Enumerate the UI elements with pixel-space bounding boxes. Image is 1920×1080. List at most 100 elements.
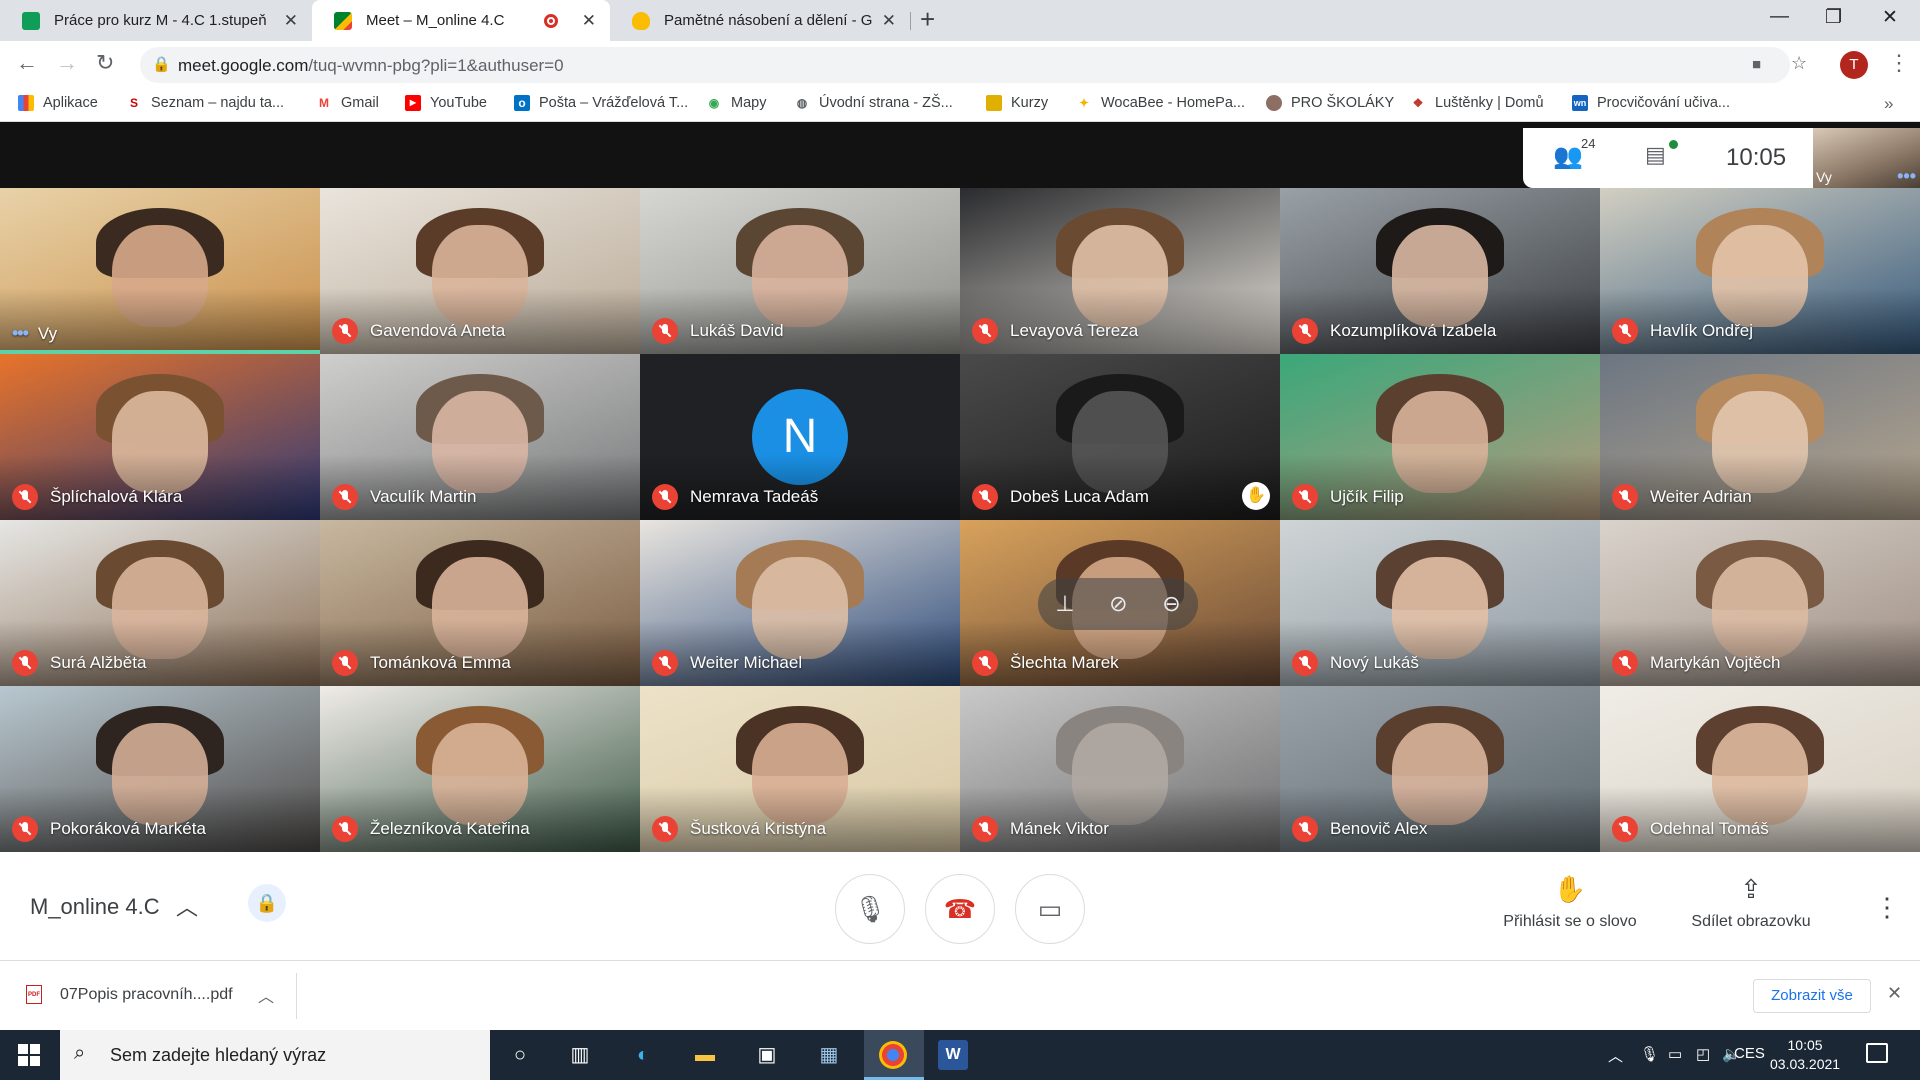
mute-icon[interactable]: ⊘ [1109, 591, 1127, 617]
download-item[interactable]: PDF 07Popis pracovníh....pdf [26, 985, 233, 1004]
participant-tile[interactable]: Ujčík Filip [1280, 354, 1600, 520]
notifications-icon[interactable] [1866, 1043, 1888, 1063]
more-bookmarks-icon[interactable]: » [1884, 94, 1893, 114]
bookmark-procvicovani[interactable]: wn Procvičování učiva... [1572, 95, 1730, 111]
calculator-icon[interactable]: ▦ [814, 1040, 844, 1070]
bookmark-uvodni-strana[interactable]: ◍ Úvodní strana - ZŠ... [794, 95, 953, 111]
taskbar-search[interactable]: ⌕ Sem zadejte hledaný výraz [60, 1030, 490, 1080]
self-options-icon[interactable]: ••• [1897, 166, 1916, 187]
new-tab-button[interactable]: + [920, 4, 935, 35]
address-bar[interactable]: 🔒 meet.google.com/tuq-wvmn-pbg?pli=1&aut… [140, 47, 1790, 83]
participant-tile[interactable]: Dobeš Luca Adam ✋ [960, 354, 1280, 520]
participant-tile[interactable]: Benovič Alex [1280, 686, 1600, 852]
hand-icon [632, 11, 650, 30]
chevron-up-icon[interactable]: ︿ [176, 890, 198, 922]
chat-icon[interactable]: ▤ [1645, 142, 1666, 168]
downloads-bar: PDF 07Popis pracovníh....pdf ︿ Zobrazit … [0, 960, 1920, 1030]
profile-avatar[interactable]: T [1840, 51, 1868, 79]
cortana-icon[interactable]: ○ [505, 1040, 535, 1070]
self-view-thumbnail[interactable]: Vy ••• [1813, 128, 1920, 188]
participant-tile[interactable]: N Nemrava Tadeáš [640, 354, 960, 520]
participant-tile[interactable]: Šplíchalová Klára [0, 354, 320, 520]
pin-icon[interactable]: ⊥ [1055, 591, 1074, 617]
language-indicator[interactable]: CES [1734, 1045, 1765, 1062]
chrome-icon[interactable] [879, 1041, 907, 1069]
bookmark-star-icon[interactable]: ☆ [1791, 53, 1807, 74]
camera-in-use-icon[interactable]: ■ [1752, 56, 1761, 73]
chevron-up-icon[interactable]: ︿ [258, 983, 274, 1007]
microphone-tray-icon[interactable]: 🎙 [1640, 1045, 1659, 1063]
tab-classroom[interactable]: Práce pro kurz M - 4.C 1.stupeň ✕ [0, 0, 312, 41]
raise-hand-button[interactable]: ✋ Přihlásit se o slovo [1496, 874, 1644, 931]
close-icon[interactable]: ✕ [284, 11, 298, 31]
close-icon[interactable]: ✕ [882, 11, 896, 31]
maximize-button[interactable]: ❐ [1825, 6, 1842, 29]
participant-tile[interactable]: Odehnal Tomáš [1600, 686, 1920, 852]
participant-tile[interactable]: Železníková Kateřina [320, 686, 640, 852]
edge-icon[interactable]: ◐ [628, 1040, 658, 1070]
bookmark-wocabee[interactable]: ✦ WocaBee - HomePa... [1076, 95, 1245, 111]
file-explorer-icon[interactable]: ▬ [690, 1040, 720, 1070]
participant-tile[interactable]: Surá Alžběta [0, 520, 320, 686]
participant-tile[interactable]: Šustková Kristýna [640, 686, 960, 852]
store-icon[interactable]: ▣ [752, 1040, 782, 1070]
bookmark-kurzy[interactable]: Kurzy [986, 95, 1048, 111]
battery-icon[interactable]: ▭ [1668, 1045, 1682, 1063]
participant-tile[interactable]: Šlechta Marek ⊥ ⊘ ⊖ [960, 520, 1280, 686]
network-icon[interactable]: ◰ [1696, 1045, 1710, 1063]
window-close-button[interactable]: ✕ [1882, 6, 1898, 29]
camera-button[interactable]: ▭ [1015, 874, 1085, 944]
wocabee-icon: ✦ [1078, 96, 1090, 110]
taskbar-clock[interactable]: 10:05 03.03.2021 [1770, 1036, 1840, 1074]
participant-tile[interactable]: Martykán Vojtěch [1600, 520, 1920, 686]
tab-meet[interactable]: Meet – M_online 4.C ✕ [312, 0, 610, 41]
bookmark-mapy[interactable]: ◉ Mapy [706, 95, 767, 111]
bookmark-seznam[interactable]: S Seznam – najdu ta... [126, 95, 284, 111]
participant-tile[interactable]: Weiter Michael [640, 520, 960, 686]
participant-tile[interactable]: Havlík Ondřej [1600, 188, 1920, 354]
participants-icon[interactable]: 👥 [1553, 142, 1583, 171]
participant-tile[interactable]: Weiter Adrian [1600, 354, 1920, 520]
participant-name: Odehnal Tomáš [1650, 819, 1769, 838]
call-controls: M_online 4.C ︿ 🔒 🎙 ☎ ▭ ✋ Přihlásit se o … [0, 852, 1920, 960]
bookmark-label: Úvodní strana - ZŠ... [819, 95, 953, 111]
lock-icon[interactable]: 🔒 [152, 55, 171, 73]
bookmark-aplikace[interactable]: Aplikace [18, 95, 98, 111]
participant-tile[interactable]: Mánek Viktor [960, 686, 1280, 852]
browser-menu-icon[interactable]: ⋮ [1888, 50, 1910, 76]
leave-call-button[interactable]: ☎ [925, 874, 995, 944]
reload-button[interactable]: ↻ [96, 50, 114, 76]
bookmark-youtube[interactable]: ▶ YouTube [405, 95, 487, 111]
bookmark-pro-skolaky[interactable]: PRO ŠKOLÁKY [1266, 95, 1394, 111]
remove-icon[interactable]: ⊖ [1162, 591, 1180, 617]
show-hidden-icons[interactable]: ︿ [1608, 1045, 1623, 1066]
more-options-icon[interactable]: ⋮ [1874, 892, 1900, 923]
bookmark-lustenky[interactable]: ❖ Luštěnky | Domů [1410, 95, 1544, 111]
participant-tile[interactable]: Levayová Tereza [960, 188, 1280, 354]
show-all-downloads-button[interactable]: Zobrazit vše [1753, 979, 1871, 1013]
seznam-icon: S [129, 96, 138, 110]
forward-button[interactable]: → [56, 50, 78, 76]
meeting-name[interactable]: M_online 4.C [30, 894, 160, 920]
host-controls-icon[interactable]: 🔒 [248, 884, 286, 922]
close-icon[interactable]: ✕ [1887, 983, 1902, 1004]
close-icon[interactable]: ✕ [582, 11, 596, 31]
participant-tile[interactable]: Lukáš David [640, 188, 960, 354]
word-icon[interactable]: W [938, 1040, 968, 1070]
participant-tile[interactable]: Tománková Emma [320, 520, 640, 686]
windows-start-icon[interactable] [18, 1044, 40, 1066]
bookmark-gmail[interactable]: M Gmail [316, 95, 379, 111]
participant-tile[interactable]: ••• Vy [0, 188, 320, 354]
bookmark-posta[interactable]: o Pošta – Vrážďelová T... [514, 95, 688, 111]
participant-tile[interactable]: Nový Lukáš [1280, 520, 1600, 686]
tab-google-doc[interactable]: Pamětné násobení a dělení - Goo ✕ [610, 0, 910, 41]
present-screen-button[interactable]: ⇪ Sdílet obrazovku [1684, 874, 1818, 931]
minimize-button[interactable]: — [1770, 6, 1789, 28]
participant-tile[interactable]: Gavendová Aneta [320, 188, 640, 354]
back-button[interactable]: ← [16, 50, 38, 76]
participant-tile[interactable]: Vaculík Martin [320, 354, 640, 520]
task-view-icon[interactable]: ▥ [565, 1040, 595, 1070]
participant-tile[interactable]: Kozumplíková Izabela [1280, 188, 1600, 354]
participant-tile[interactable]: Pokoráková Markéta [0, 686, 320, 852]
microphone-button[interactable]: 🎙 [835, 874, 905, 944]
